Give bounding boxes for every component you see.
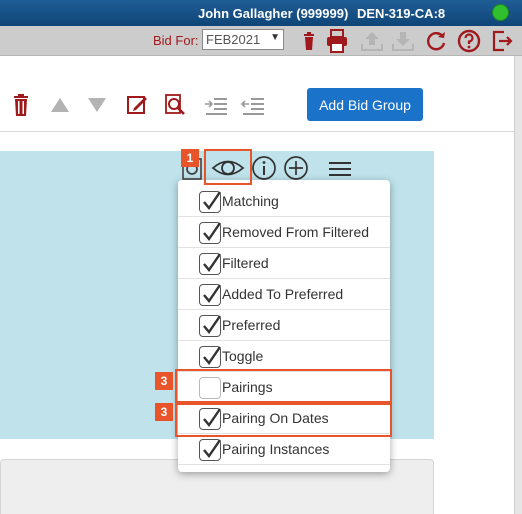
checkbox-checked[interactable] xyxy=(199,191,221,213)
checkbox-checked[interactable] xyxy=(199,315,221,337)
user-name: John Gallagher (999999) xyxy=(198,6,349,21)
chevron-down-icon: ▼ xyxy=(270,32,280,43)
menu-item-label: Pairing Instances xyxy=(222,441,330,457)
callout-number: 1 xyxy=(181,149,199,167)
refresh-icon[interactable] xyxy=(423,28,449,54)
menu-item-label: Preferred xyxy=(222,317,281,333)
bid-toolbar: Add Bid Group xyxy=(0,56,522,132)
user-bar: John Gallagher (999999) DEN-319-CA:8 xyxy=(0,0,522,26)
edit-icon[interactable] xyxy=(124,92,150,118)
add-icon[interactable] xyxy=(282,154,310,182)
scrollbar[interactable] xyxy=(514,56,522,514)
checkbox-checked[interactable] xyxy=(199,439,221,461)
menu-item-removed-from-filtered[interactable]: Removed From Filtered xyxy=(178,217,390,248)
info-icon[interactable] xyxy=(250,154,278,182)
callout-box-pairing-on-dates xyxy=(175,403,392,437)
callout-number: 3 xyxy=(155,372,173,390)
callout-number: 3 xyxy=(155,403,173,421)
move-up-icon[interactable] xyxy=(47,92,73,118)
menu-item-label: Added To Preferred xyxy=(222,286,344,302)
preview-icon[interactable] xyxy=(162,92,188,118)
callout-box-eye xyxy=(204,149,252,185)
bid-period-value: FEB2021 xyxy=(206,32,261,47)
menu-item-preferred[interactable]: Preferred xyxy=(178,310,390,341)
menu-item-pairing-instances[interactable]: Pairing Instances xyxy=(178,434,390,465)
help-icon[interactable] xyxy=(456,28,482,54)
menu-item-toggle[interactable]: Toggle xyxy=(178,341,390,372)
add-bid-group-button[interactable]: Add Bid Group xyxy=(307,88,423,121)
bid-period-select[interactable]: FEB2021 ▼ xyxy=(202,29,284,50)
menu-item-added-to-preferred[interactable]: Added To Preferred xyxy=(178,279,390,310)
menu-item-label: Toggle xyxy=(222,348,264,364)
domicile-code: DEN-319-CA:8 xyxy=(357,6,446,21)
menu-item-label: Filtered xyxy=(222,255,269,271)
checkbox-checked[interactable] xyxy=(199,284,221,306)
status-indicator xyxy=(492,4,509,21)
delete-icon[interactable] xyxy=(8,92,34,118)
print-icon[interactable] xyxy=(324,28,350,54)
app-window: John Gallagher (999999) DEN-319-CA:8 Bid… xyxy=(0,0,522,514)
logout-icon[interactable] xyxy=(489,28,515,54)
upload-icon[interactable] xyxy=(359,28,385,54)
bid-for-label: Bid For: xyxy=(153,33,199,48)
download-icon[interactable] xyxy=(390,28,416,54)
move-down-icon[interactable] xyxy=(84,92,110,118)
bid-bar: Bid For: FEB2021 ▼ xyxy=(0,26,522,56)
menu-item-label: Removed From Filtered xyxy=(222,224,370,240)
callout-box-pairings xyxy=(175,369,392,403)
menu-item-filtered[interactable]: Filtered xyxy=(178,248,390,279)
outdent-icon[interactable] xyxy=(240,92,266,118)
checkbox-checked[interactable] xyxy=(199,222,221,244)
checkbox-checked[interactable] xyxy=(199,346,221,368)
menu-item-label: Matching xyxy=(222,193,279,209)
menu-item-matching[interactable]: Matching xyxy=(178,186,390,217)
indent-icon[interactable] xyxy=(203,92,229,118)
trash-icon[interactable] xyxy=(296,28,322,54)
checkbox-checked[interactable] xyxy=(199,253,221,275)
